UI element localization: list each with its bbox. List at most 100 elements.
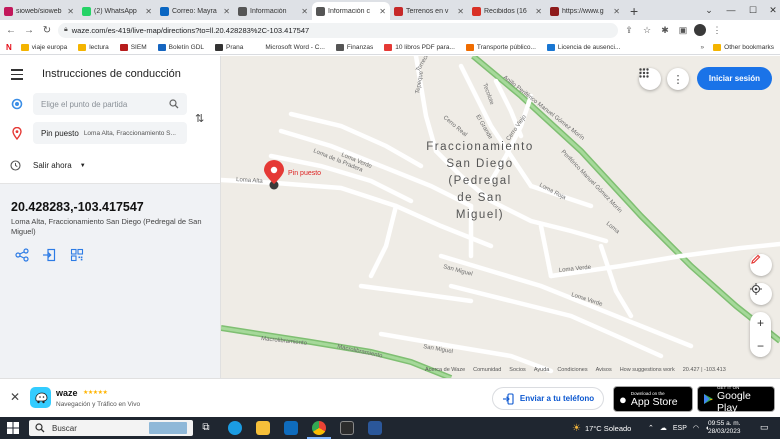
netflix-icon[interactable]: N — [6, 43, 12, 52]
chevron-up-icon[interactable]: ⌃ — [648, 424, 654, 432]
more-bookmarks-icon[interactable]: » — [701, 44, 705, 51]
qr-code-icon[interactable] — [70, 248, 84, 262]
share-icon[interactable] — [15, 248, 29, 262]
word-icon[interactable] — [368, 421, 382, 435]
tab-title: Información c — [328, 7, 371, 15]
attribution-link[interactable]: Comunidad — [473, 367, 501, 373]
menu-icon[interactable]: ⋮ — [710, 25, 724, 36]
apps-grid-icon[interactable] — [639, 68, 661, 90]
windows-start-icon[interactable] — [7, 422, 19, 434]
bookmark-label: Licencia de ausenci... — [557, 43, 621, 51]
bookmark-label: 10 libros PDF para... — [395, 43, 455, 51]
browser-tab[interactable]: (2) WhatsApp ✕ — [78, 2, 156, 20]
bookmark-item[interactable]: viaje europa — [20, 43, 67, 51]
svg-text:Miguel): Miguel) — [456, 209, 504, 221]
share-icon[interactable]: ⇪ — [622, 25, 636, 36]
minimize-button[interactable]: — — [720, 0, 742, 20]
forward-button[interactable]: → — [22, 25, 36, 36]
bookmark-label: Transporte público... — [476, 43, 536, 51]
close-tab-icon[interactable]: ✕ — [379, 7, 386, 16]
app-store-button[interactable]: ● Download on the App Store — [613, 386, 693, 412]
chrome-icon[interactable] — [312, 421, 326, 435]
browser-tab[interactable]: Información c ✕ — [312, 2, 390, 20]
back-button[interactable]: ← — [4, 25, 18, 36]
notifications-icon[interactable]: ▭ — [760, 422, 769, 433]
attribution-link[interactable]: Acerca de Waze — [425, 367, 465, 373]
bookmark-item[interactable]: Microsoft Word - C... — [254, 43, 325, 51]
sidepanel-icon[interactable]: ▣ — [676, 25, 690, 36]
taskbar-search[interactable]: Buscar — [29, 420, 193, 436]
mail-icon[interactable] — [284, 421, 298, 435]
clock-icon — [10, 160, 21, 171]
login-button[interactable]: Iniciar sesión — [697, 67, 772, 90]
zoom-in-button[interactable]: + — [757, 316, 764, 330]
other-bookmarks[interactable]: Other bookmarks — [713, 43, 774, 51]
clock[interactable]: 09:55 a. m. 28/03/2023 — [708, 420, 741, 436]
attribution-link[interactable]: How suggestions work — [620, 367, 675, 373]
zoom-out-button[interactable]: − — [757, 339, 764, 353]
destination-input[interactable]: Pin puesto Loma Alta, Fraccionamiento S.… — [33, 122, 187, 144]
bookmark-item[interactable]: Boletín GDL — [157, 43, 204, 51]
close-tab-icon[interactable]: ✕ — [613, 7, 620, 16]
attribution-link[interactable]: Avisos — [596, 367, 612, 373]
report-pencil-icon[interactable] — [750, 254, 772, 276]
bookmark-item[interactable]: Finanzas — [335, 43, 373, 51]
reload-button[interactable]: ↻ — [40, 25, 54, 36]
task-view-icon[interactable]: ⧉ — [199, 421, 213, 435]
onedrive-icon[interactable]: ☁ — [660, 424, 667, 432]
browser-tab[interactable]: https://www.g ✕ — [546, 2, 624, 20]
attribution-link[interactable]: Condiciones — [557, 367, 587, 373]
bookmark-item[interactable]: Transporte público... — [465, 43, 536, 51]
attribution-link[interactable]: Ayuda — [534, 367, 550, 373]
browser-tab[interactable]: Información ✕ — [234, 2, 312, 20]
browser-tab[interactable]: Terrenos en v ✕ — [390, 2, 468, 20]
rating-stars: ★★★★★ — [83, 390, 108, 396]
depart-selector[interactable]: Salir ahora ▼ — [10, 160, 86, 171]
browser-tab[interactable]: sioweb/sioweb ✕ — [0, 2, 78, 20]
edge-icon[interactable] — [228, 421, 242, 435]
new-tab-button[interactable]: + — [624, 2, 644, 20]
star-icon[interactable]: ☆ — [640, 25, 654, 36]
close-tab-icon[interactable]: ✕ — [67, 7, 74, 16]
maximize-button[interactable]: ☐ — [742, 0, 764, 20]
map-roads: Loma Alta Loma de la Pradera Loma Verde … — [221, 56, 780, 378]
wifi-icon[interactable]: ◠ — [693, 424, 699, 432]
extensions-icon[interactable]: ✱ — [658, 25, 672, 36]
pin-label: Pin puesto — [288, 170, 322, 177]
close-window-button[interactable]: ✕ — [762, 0, 780, 20]
bookmark-label: Prana — [226, 43, 244, 51]
browser-tab[interactable]: Correo: Mayra ✕ — [156, 2, 234, 20]
svg-text:(Pedregal: (Pedregal — [448, 175, 511, 187]
more-options-icon[interactable]: ⋮ — [667, 68, 689, 90]
url-text: waze.com/es-419/live-map/directions?to=l… — [71, 25, 310, 35]
chevron-down-icon[interactable]: ⌄ — [698, 0, 720, 20]
navigate-icon[interactable] — [42, 248, 56, 262]
close-tab-icon[interactable]: ✕ — [223, 7, 230, 16]
close-tab-icon[interactable]: ✕ — [145, 7, 152, 16]
send-to-phone-button[interactable]: Enviar a tu teléfono — [492, 387, 604, 410]
bookmark-item[interactable]: 10 libros PDF para... — [384, 43, 455, 51]
file-explorer-icon[interactable] — [256, 421, 270, 435]
swap-icon[interactable]: ⇅ — [195, 112, 204, 125]
google-play-icon — [704, 394, 713, 404]
map-canvas[interactable]: Loma Alta Loma de la Pradera Loma Verde … — [221, 56, 780, 378]
close-icon[interactable]: ✕ — [10, 390, 20, 404]
close-tab-icon[interactable]: ✕ — [535, 7, 542, 16]
avatar[interactable] — [694, 24, 706, 36]
bookmark-item[interactable]: Licencia de ausenci... — [546, 43, 621, 51]
attribution-link[interactable]: Socios — [509, 367, 526, 373]
browser-tab[interactable]: Recibidos (16 ✕ — [468, 2, 546, 20]
bookmark-item[interactable]: Prana — [215, 43, 244, 51]
origin-input[interactable]: Elige el punto de partida — [33, 93, 187, 115]
store-icon[interactable] — [340, 421, 354, 435]
bookmark-item[interactable]: SIEM — [119, 43, 147, 51]
weather-widget[interactable]: ☀ 17°C Soleado — [572, 417, 631, 439]
google-play-button[interactable]: GET IT ON Google Play — [697, 385, 775, 414]
address-bar[interactable]: 🔒︎ waze.com/es-419/live-map/directions?t… — [58, 22, 618, 38]
close-tab-icon[interactable]: ✕ — [457, 7, 464, 16]
language-indicator[interactable]: ESP — [673, 425, 687, 432]
close-tab-icon[interactable]: ✕ — [301, 7, 308, 16]
menu-icon[interactable] — [11, 69, 23, 83]
bookmark-item[interactable]: lectura — [78, 43, 109, 51]
locate-me-icon[interactable] — [750, 283, 772, 305]
